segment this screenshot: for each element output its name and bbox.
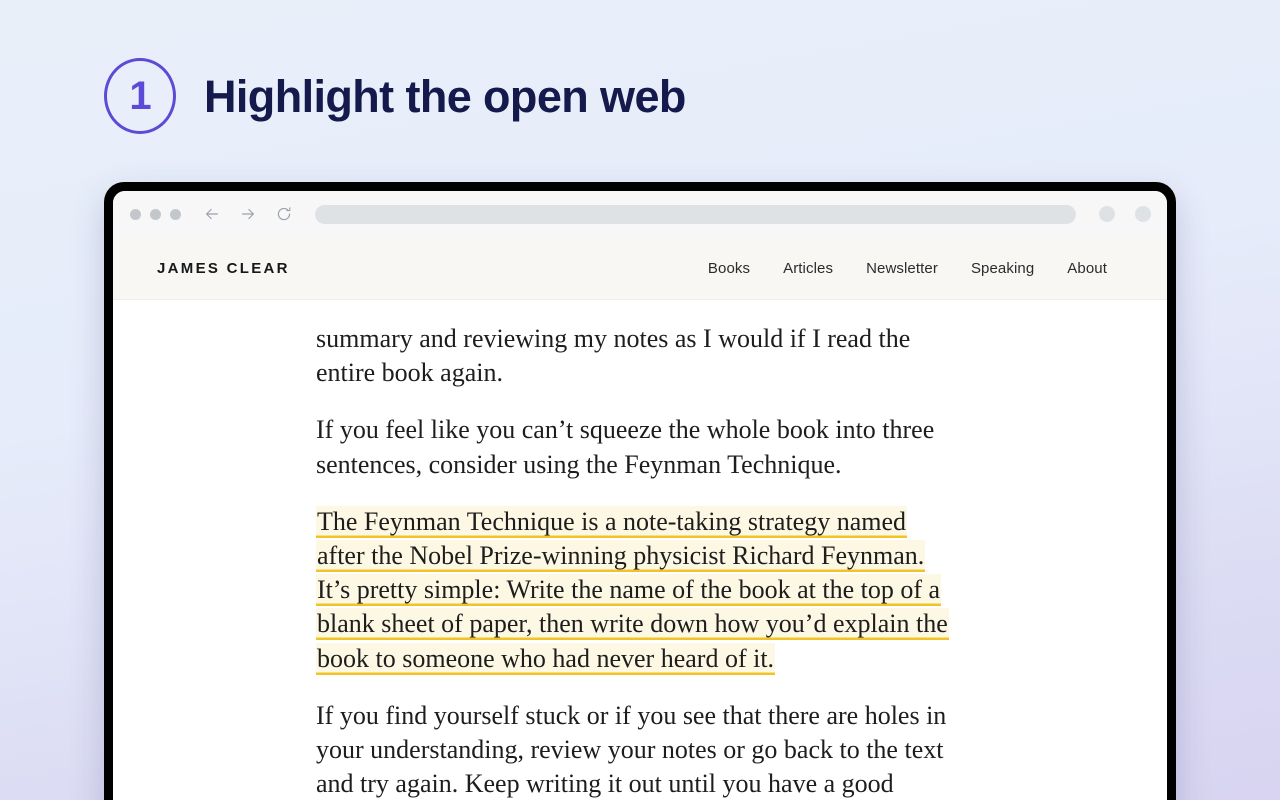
article-paragraph-highlighted: The Feynman Technique is a note-taking s… <box>316 505 956 676</box>
browser-viewport: JAMES CLEAR Books Articles Newsletter Sp… <box>113 191 1167 800</box>
browser-toolbar <box>113 191 1167 237</box>
back-arrow-icon[interactable] <box>203 205 221 223</box>
slide-heading: 1 Highlight the open web <box>104 58 686 134</box>
close-dot-icon[interactable] <box>130 208 141 220</box>
minimize-dot-icon[interactable] <box>150 208 161 220</box>
nav-item-articles[interactable]: Articles <box>783 260 833 277</box>
text-highlight[interactable]: The Feynman Technique is a note-taking s… <box>316 505 949 675</box>
url-input[interactable] <box>315 204 1076 224</box>
profile-circle-icon[interactable] <box>1135 206 1151 222</box>
step-number-badge: 1 <box>104 58 176 134</box>
site-logo[interactable]: JAMES CLEAR <box>157 260 290 277</box>
article-paragraph-4: If you find yourself stuck or if you see… <box>316 700 947 799</box>
site-nav: Books Articles Newsletter Speaking About <box>708 260 1107 277</box>
article-column: summary and reviewing my notes as I woul… <box>316 322 956 800</box>
article-content: summary and reviewing my notes as I woul… <box>113 300 1167 800</box>
browser-window-frame: JAMES CLEAR Books Articles Newsletter Sp… <box>104 182 1176 800</box>
article-paragraph-1: summary and reviewing my notes as I woul… <box>316 324 911 388</box>
nav-item-books[interactable]: Books <box>708 260 750 277</box>
page-title: Highlight the open web <box>204 70 686 122</box>
extensions-circle-icon[interactable] <box>1099 206 1115 222</box>
nav-item-newsletter[interactable]: Newsletter <box>866 260 938 277</box>
maximize-dot-icon[interactable] <box>170 208 181 220</box>
step-number-label: 1 <box>129 74 151 118</box>
window-controls <box>130 208 181 220</box>
site-header: JAMES CLEAR Books Articles Newsletter Sp… <box>113 237 1167 300</box>
nav-item-about[interactable]: About <box>1067 260 1107 277</box>
article-paragraph-2: If you feel like you can’t squeeze the w… <box>316 415 935 479</box>
nav-item-speaking[interactable]: Speaking <box>971 260 1034 277</box>
navigation-controls <box>203 205 293 223</box>
forward-arrow-icon[interactable] <box>239 205 257 223</box>
toolbar-right-controls <box>1099 206 1151 222</box>
reload-icon[interactable] <box>275 205 293 223</box>
